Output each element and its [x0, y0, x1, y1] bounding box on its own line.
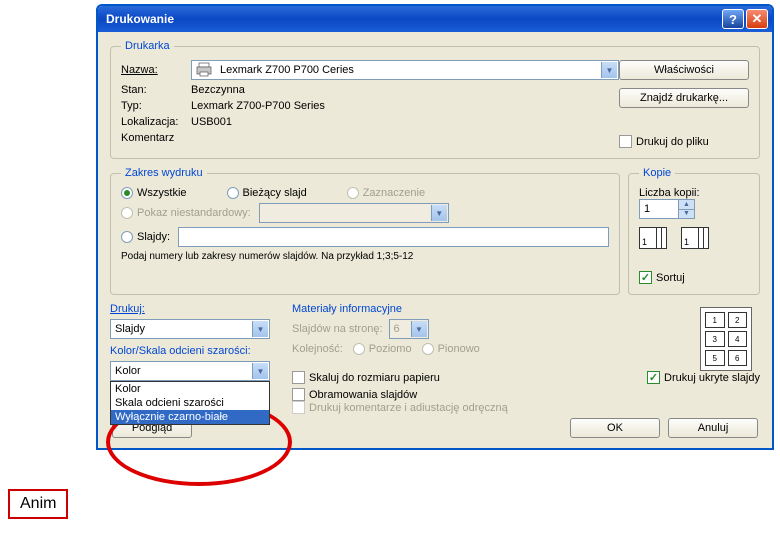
printwhat-select[interactable]: Slajdy▼	[110, 319, 270, 339]
chevron-down-icon: ▼	[601, 62, 617, 78]
cancel-button[interactable]: Anuluj	[668, 418, 758, 438]
spin-down-icon[interactable]: ▼	[678, 210, 694, 219]
hidden-check[interactable]: ✓Drukuj ukryte slajdy	[647, 371, 760, 384]
chevron-down-icon: ▼	[411, 321, 427, 337]
printer-select[interactable]: Lexmark Z700 P700 Ceries ▼	[191, 60, 619, 80]
slides-input[interactable]	[178, 227, 609, 247]
name-label: Nazwa:	[121, 64, 191, 76]
color-option-kolor[interactable]: Kolor	[111, 382, 269, 396]
help-icon[interactable]: ?	[722, 9, 744, 29]
radio-all[interactable]: Wszystkie	[121, 187, 187, 199]
printwhat-label: Drukuj:	[110, 303, 280, 315]
status-value: Bezczynna	[191, 84, 245, 96]
color-select[interactable]: Kolor▼	[110, 361, 270, 381]
where-value: USB001	[191, 116, 232, 128]
copies-group: Kopie Liczba kopii: ▲▼ 321 321 ✓ Sortu	[628, 167, 760, 295]
anim-label: Anim	[8, 489, 68, 519]
collate-check[interactable]: ✓ Sortuj	[639, 271, 749, 284]
custom-show-select: ▼	[259, 203, 449, 223]
copies-spinner[interactable]: ▲▼	[639, 199, 695, 219]
checkbox-checked-icon: ✓	[639, 271, 652, 284]
status-label: Stan:	[121, 84, 191, 96]
find-printer-button[interactable]: Znajdź drukarkę...	[619, 88, 749, 108]
range-group: Zakres wydruku Wszystkie Bieżący slajd Z…	[110, 167, 620, 295]
type-value: Lexmark Z700-P700 Series	[191, 100, 325, 112]
chevron-down-icon: ▼	[252, 363, 268, 379]
radio-vertical: Pionowo	[422, 343, 480, 355]
printer-legend: Drukarka	[121, 40, 174, 52]
comments-check: Drukuj komentarze i adiustację odręczną	[292, 401, 760, 414]
comment-label: Komentarz	[121, 132, 191, 144]
close-icon[interactable]: ✕	[746, 9, 768, 29]
frame-check[interactable]: Obramowania slajdów	[292, 388, 760, 401]
print-to-file-check[interactable]: Drukuj do pliku	[619, 135, 749, 148]
checkbox-icon	[292, 371, 305, 384]
copies-label: Liczba kopii:	[639, 187, 700, 199]
color-dropdown-list[interactable]: Kolor Skala odcieni szarości Wyłącznie c…	[110, 381, 270, 425]
color-option-bw[interactable]: Wyłącznie czarno-białe	[111, 410, 269, 424]
per-page-label: Slajdów na stronę:	[292, 323, 383, 335]
properties-button[interactable]: Właściwości	[619, 60, 749, 80]
spin-up-icon[interactable]: ▲	[678, 200, 694, 210]
per-page-select: 6▼	[389, 319, 429, 339]
window-title: Drukowanie	[106, 12, 720, 26]
range-hint: Podaj numery lub zakresy numerów slajdów…	[121, 251, 609, 262]
collate-icon: 321	[681, 227, 717, 263]
chevron-down-icon: ▼	[252, 321, 268, 337]
handouts-label: Materiały informacyjne	[292, 303, 760, 315]
checkbox-checked-icon: ✓	[647, 371, 660, 384]
radio-custom: Pokaz niestandardowy:	[121, 207, 251, 219]
copies-input[interactable]	[640, 200, 678, 218]
ok-button[interactable]: OK	[570, 418, 660, 438]
printer-group: Drukarka Nazwa: Lexmark Z700 P700 Ceries…	[110, 40, 760, 159]
color-option-gray[interactable]: Skala odcieni szarości	[111, 396, 269, 410]
radio-slides[interactable]: Slajdy:	[121, 231, 170, 243]
radio-current[interactable]: Bieżący slajd	[227, 187, 307, 199]
type-label: Typ:	[121, 100, 191, 112]
scale-check[interactable]: Skaluj do rozmiaru papieru	[292, 371, 440, 384]
color-label: Kolor/Skala odcieni szarości:	[110, 345, 280, 357]
radio-selection: Zaznaczenie	[347, 187, 425, 199]
handout-preview-icon: 12 34 56	[700, 307, 752, 371]
titlebar: Drukowanie ? ✕	[98, 6, 772, 32]
collate-icon: 321	[639, 227, 675, 263]
order-label: Kolejność:	[292, 343, 343, 355]
checkbox-icon	[292, 388, 305, 401]
range-legend: Zakres wydruku	[121, 167, 207, 179]
print-dialog: Drukowanie ? ✕ Drukarka Nazwa: Lexmark Z…	[96, 4, 774, 450]
chevron-down-icon: ▼	[431, 205, 447, 221]
copies-legend: Kopie	[639, 167, 675, 179]
printer-icon	[196, 62, 214, 78]
radio-horizontal: Poziomo	[353, 343, 412, 355]
where-label: Lokalizacja:	[121, 116, 191, 128]
checkbox-icon	[619, 135, 632, 148]
printer-name-value: Lexmark Z700 P700 Ceries	[220, 64, 354, 76]
checkbox-icon	[292, 401, 305, 414]
